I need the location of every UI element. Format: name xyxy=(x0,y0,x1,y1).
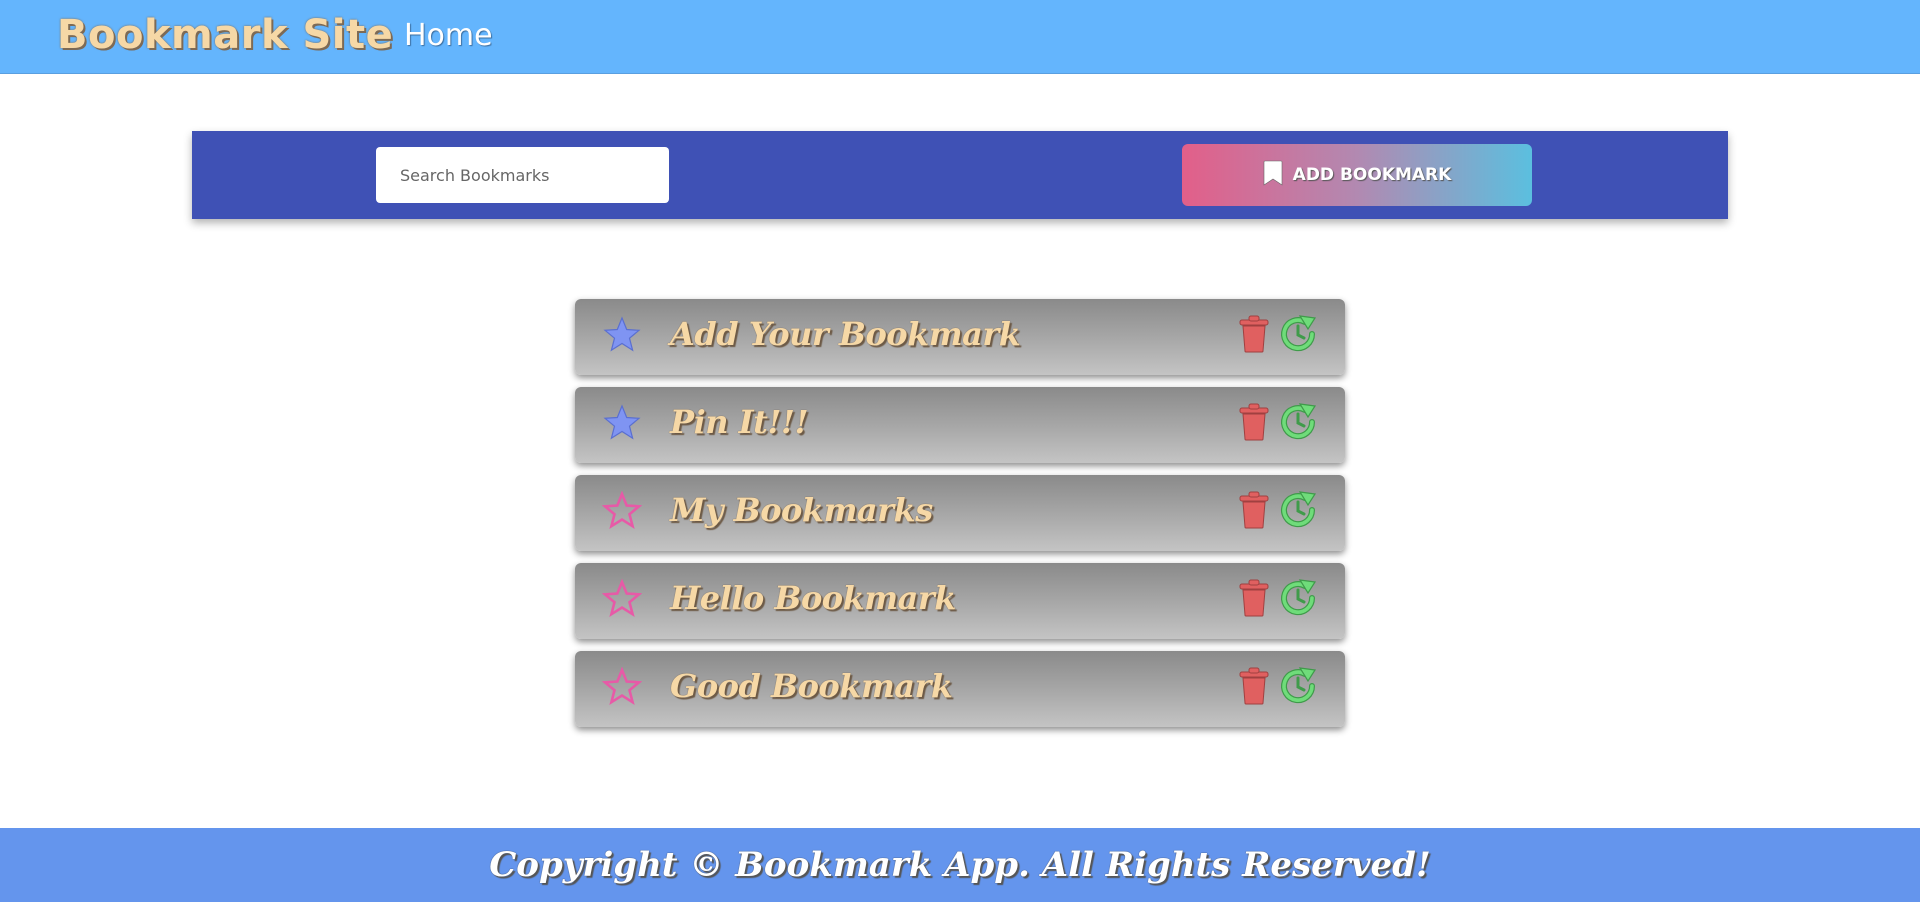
toolbar: ADD BOOKMARK xyxy=(192,131,1728,219)
search-input[interactable] xyxy=(376,147,669,203)
bookmark-item[interactable]: Good Bookmark xyxy=(575,651,1345,727)
star-icon[interactable] xyxy=(602,315,642,355)
trash-icon[interactable] xyxy=(1239,667,1269,705)
footer: Copyright © Bookmark App. All Rights Res… xyxy=(0,828,1920,902)
bookmark-item[interactable]: Pin It!!! xyxy=(575,387,1345,463)
nav-link-home[interactable]: Home xyxy=(404,18,493,53)
refresh-icon[interactable] xyxy=(1278,402,1318,442)
trash-icon[interactable] xyxy=(1239,491,1269,529)
bookmark-title[interactable]: Pin It!!! xyxy=(670,403,809,441)
navbar: Bookmark Site Home xyxy=(0,0,1920,74)
site-brand[interactable]: Bookmark Site xyxy=(57,12,393,58)
add-bookmark-button[interactable]: ADD BOOKMARK xyxy=(1182,144,1532,206)
star-icon[interactable] xyxy=(601,490,643,531)
bookmark-title[interactable]: Hello Bookmark xyxy=(670,579,956,617)
bookmark-icon xyxy=(1263,160,1283,191)
trash-icon[interactable] xyxy=(1239,315,1269,353)
refresh-icon[interactable] xyxy=(1278,666,1318,706)
bookmark-title[interactable]: My Bookmarks xyxy=(670,491,933,529)
star-icon[interactable] xyxy=(602,403,642,443)
bookmark-item[interactable]: My Bookmarks xyxy=(575,475,1345,551)
add-bookmark-label: ADD BOOKMARK xyxy=(1292,165,1452,185)
trash-icon[interactable] xyxy=(1239,579,1269,617)
bookmark-item[interactable]: Add Your Bookmark xyxy=(575,299,1345,375)
refresh-icon[interactable] xyxy=(1278,578,1318,618)
bookmark-title[interactable]: Add Your Bookmark xyxy=(670,315,1021,353)
refresh-icon[interactable] xyxy=(1278,314,1318,354)
refresh-icon[interactable] xyxy=(1278,490,1318,530)
bookmark-list: Add Your Bookmark Pin It!!! My Bookmarks… xyxy=(575,299,1345,739)
star-icon[interactable] xyxy=(601,578,643,619)
bookmark-item[interactable]: Hello Bookmark xyxy=(575,563,1345,639)
trash-icon[interactable] xyxy=(1239,403,1269,441)
copyright-text: Copyright © Bookmark App. All Rights Res… xyxy=(489,845,1431,885)
star-icon[interactable] xyxy=(601,666,643,707)
bookmark-title[interactable]: Good Bookmark xyxy=(670,667,953,705)
